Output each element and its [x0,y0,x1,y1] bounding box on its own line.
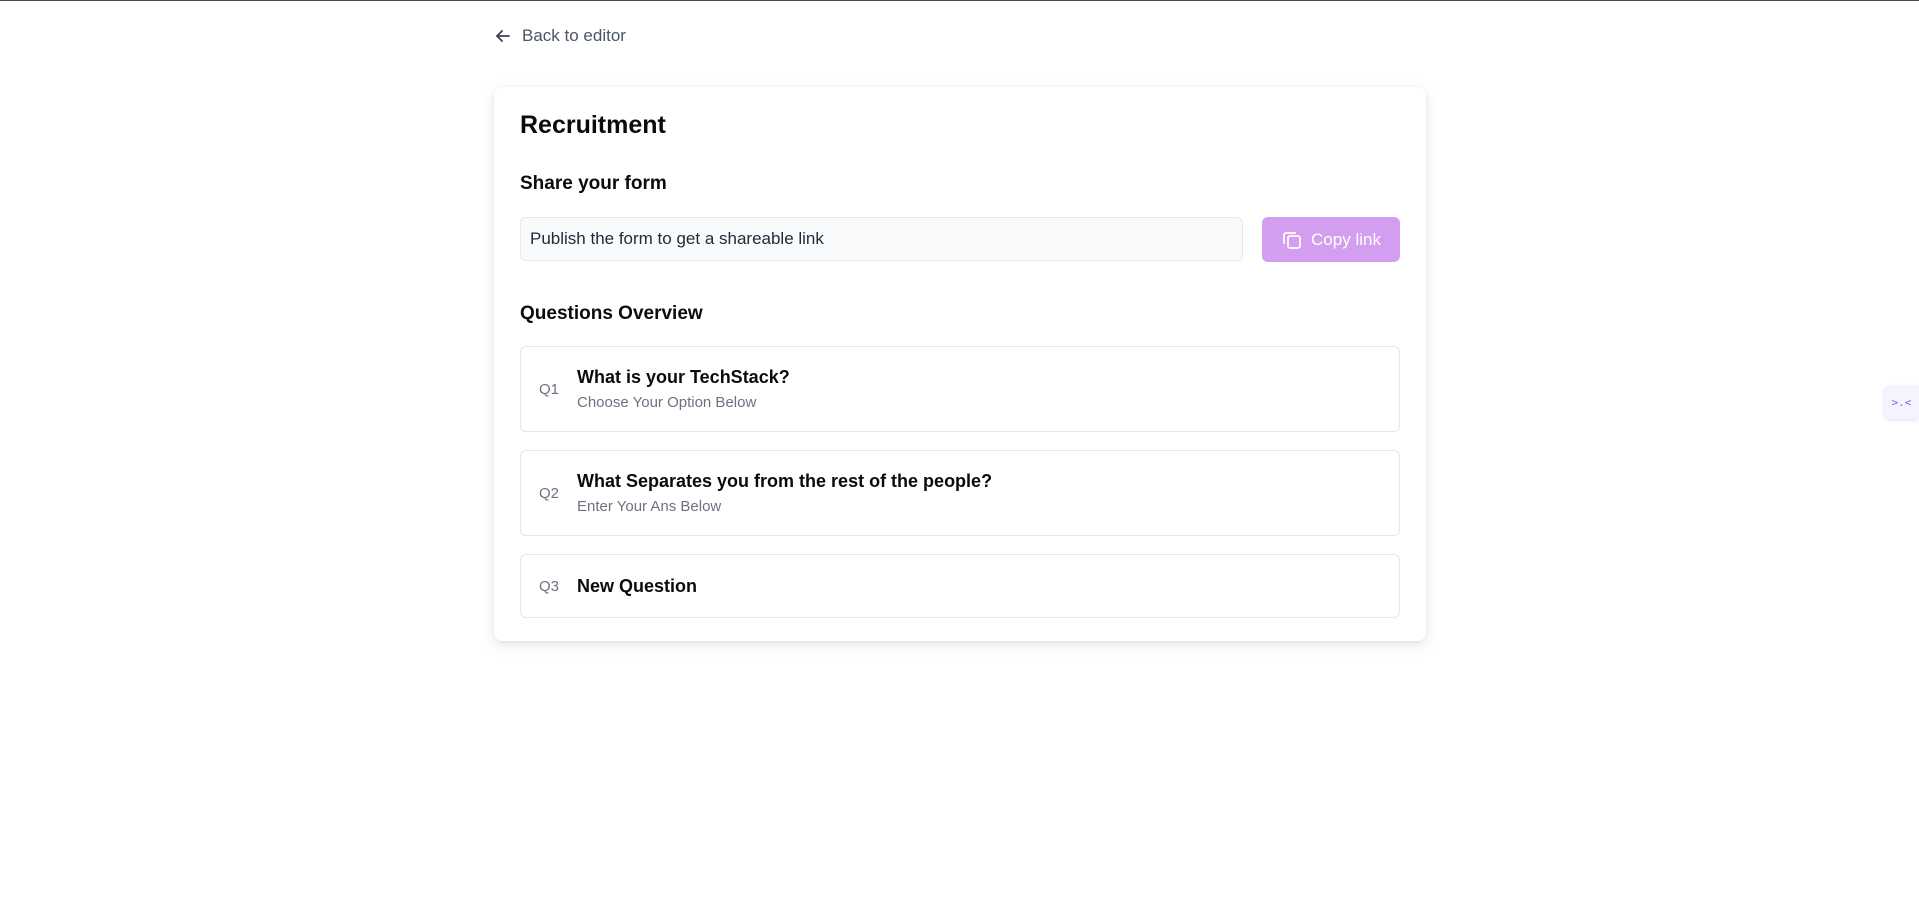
share-heading: Share your form [520,173,667,194]
top-border [0,0,1919,1]
question-subtitle: Choose Your Option Below [577,394,757,411]
copy-link-label: Copy link [1311,229,1381,249]
question-item-3[interactable]: Q3 New Question [520,554,1400,618]
questions-list: Q1 What is your TechStack? Choose Your O… [520,346,1400,636]
floating-widget-button[interactable]: >.< [1884,386,1919,419]
question-title: New Question [577,575,698,596]
form-title: Recruitment [520,111,666,139]
question-title: What Separates you from the rest of the … [577,471,993,491]
back-to-editor-link[interactable]: Back to editor [494,26,626,46]
question-subtitle: Enter Your Ans Below [577,498,722,515]
share-link-input[interactable] [520,217,1243,261]
share-card: Recruitment Share your form Copy link Qu… [494,87,1426,641]
arrow-left-icon [494,27,512,45]
questions-overview-heading: Questions Overview [520,303,703,324]
question-item-1[interactable]: Q1 What is your TechStack? Choose Your O… [520,346,1400,432]
floating-widget-icon: >.< [1891,396,1912,409]
question-item-2[interactable]: Q2 What Separates you from the rest of t… [520,450,1400,536]
question-title: What is your TechStack? [577,367,790,387]
copy-link-button[interactable]: Copy link [1262,217,1400,262]
copy-icon [1281,229,1303,251]
question-number: Q1 [539,380,560,398]
back-to-editor-label: Back to editor [522,26,626,45]
question-number: Q3 [539,577,560,595]
question-number: Q2 [539,484,560,502]
